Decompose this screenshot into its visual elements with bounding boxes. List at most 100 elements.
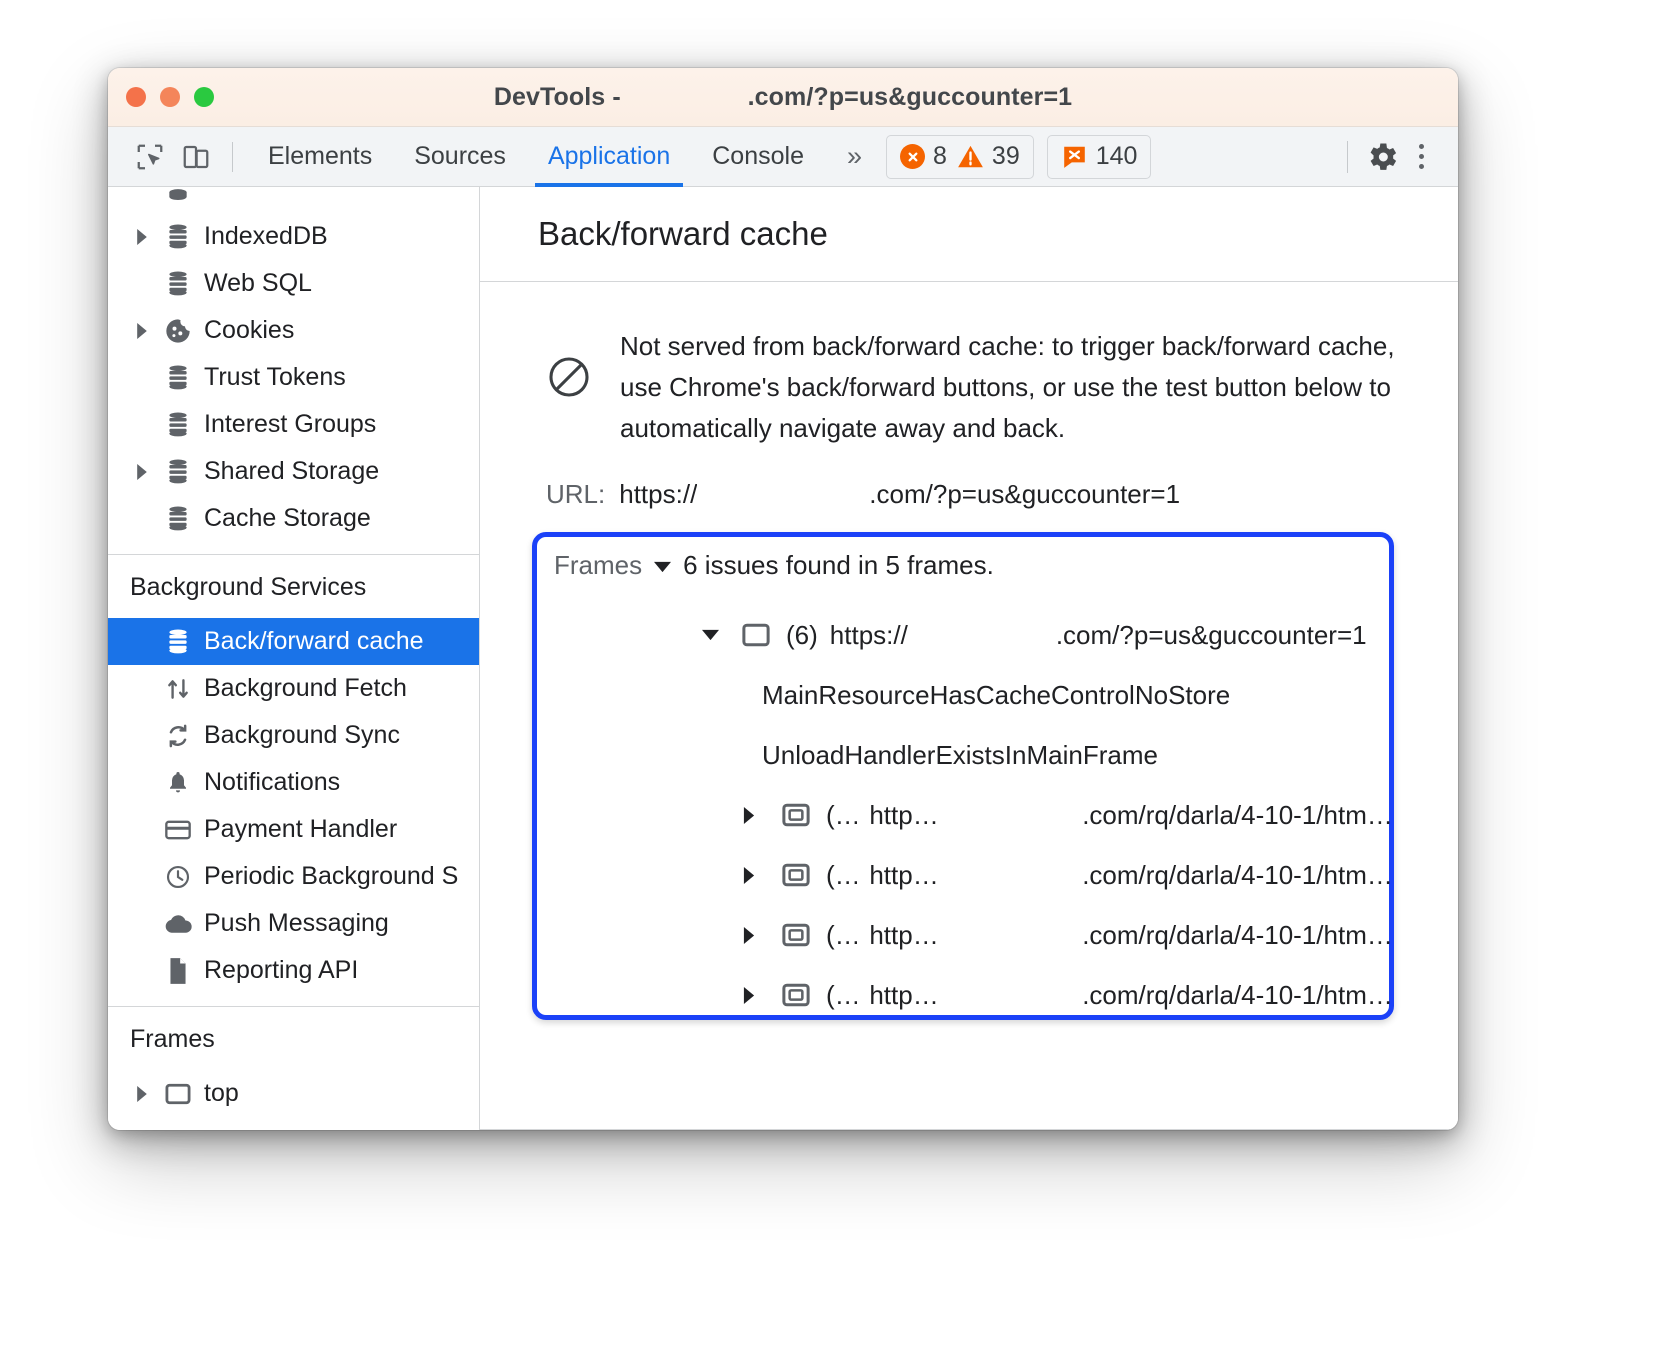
tab-elements[interactable]: Elements: [247, 127, 393, 187]
frame-url-suffix-iframe: .com/rq/darla/4-10-1/html…: [1082, 919, 1394, 950]
sidebar-item-interest-groups-label: Interest Groups: [204, 410, 377, 438]
status-badges: 8 39 140: [886, 134, 1152, 179]
tab-console[interactable]: Console: [691, 127, 825, 187]
gear-icon[interactable]: [1364, 139, 1400, 175]
document-icon: [160, 957, 196, 985]
frame-reason-text: UnloadHandlerExistsInMainFrame: [762, 739, 1158, 770]
frame-count-iframe: (1): [826, 859, 858, 890]
bfcache-status-notice: Not served from back/forward cache: to t…: [480, 282, 1458, 449]
credit-card-icon: [160, 818, 196, 842]
frame-tree-row-iframe[interactable]: (1) https:// .com/rq/darla/4-10-1/html…: [554, 845, 1394, 905]
tab-sources[interactable]: Sources: [393, 127, 527, 187]
sidebar-item-push-messaging[interactable]: Push Messaging: [108, 900, 479, 947]
device-toolbar-icon[interactable]: [176, 137, 216, 177]
toolbar-divider-right: [1347, 140, 1348, 173]
sidebar-item-clipped-top[interactable]: [108, 187, 479, 213]
sidebar-item-cookies-label: Cookies: [204, 316, 295, 344]
chevron-right-icon[interactable]: [134, 463, 160, 480]
sidebar-item-indexeddb-label: IndexedDB: [204, 222, 328, 250]
database-icon: [160, 270, 196, 298]
chevron-down-icon[interactable]: [654, 550, 672, 581]
devtools-window: DevTools - .com/?p=us&guccounter=1 Eleme…: [108, 68, 1458, 1130]
sidebar-item-trust-tokens[interactable]: Trust Tokens: [108, 354, 479, 401]
frame-tree-row-iframe[interactable]: (1) https:// .com/rq/darla/4-10-1/html…: [554, 965, 1394, 1025]
tab-application-label: Application: [547, 142, 671, 170]
sidebar-item-periodic-background-sync-label: Periodic Background S: [204, 862, 459, 890]
inspect-element-icon[interactable]: [130, 137, 170, 177]
sidebar-item-web-sql[interactable]: Web SQL: [108, 260, 479, 307]
iframe-icon: [776, 982, 816, 1008]
tab-application[interactable]: Application: [527, 127, 691, 187]
chevron-right-icon[interactable]: [742, 926, 776, 944]
error-badge[interactable]: 8: [900, 142, 947, 171]
sidebar-item-shared-storage-label: Shared Storage: [204, 457, 380, 485]
devtools-content: IndexedDB Web SQL Cookies Trust Tokens I…: [108, 187, 1458, 1130]
issue-bubble-icon: [1061, 144, 1088, 170]
issues-badge-group[interactable]: 140: [1046, 134, 1152, 179]
issues-count: 140: [1095, 142, 1138, 170]
frame-url-prefix-iframe: https://: [869, 859, 947, 890]
database-icon: [160, 364, 196, 392]
cookie-icon: [160, 317, 196, 345]
frames-tree-region: Frames 6 issues found in 5 frames. (6) h…: [532, 532, 1394, 1025]
sidebar-item-top-frame-label: top: [204, 1079, 239, 1107]
frame-url-suffix-iframe: .com/rq/darla/4-10-1/html…: [1082, 859, 1394, 890]
bell-icon: [160, 769, 196, 797]
frames-tree[interactable]: Frames 6 issues found in 5 frames. (6) h…: [532, 532, 1394, 1025]
sidebar-item-payment-handler[interactable]: Payment Handler: [108, 806, 479, 853]
frame-reason-row: UnloadHandlerExistsInMainFrame: [554, 725, 1394, 785]
database-icon: [160, 411, 196, 439]
more-tabs-chevron-icon[interactable]: »: [825, 141, 880, 172]
issues-badge[interactable]: 140: [1061, 142, 1138, 171]
panel-bottom-divider: [480, 1129, 1458, 1130]
sidebar-item-background-fetch[interactable]: Background Fetch: [108, 665, 479, 712]
page-title: Back/forward cache: [480, 187, 1458, 282]
sidebar-item-top-frame[interactable]: top: [108, 1070, 479, 1117]
frame-url-suffix-iframe: .com/rq/darla/4-10-1/html…: [1082, 979, 1394, 1010]
warning-badge[interactable]: 39: [957, 142, 1020, 171]
chevron-right-icon[interactable]: [134, 228, 160, 245]
frame-tree-row-iframe[interactable]: (1) https:// .com/rq/darla/4-10-1/html…: [554, 785, 1394, 845]
error-warning-badge-group[interactable]: 8 39: [886, 134, 1034, 179]
sidebar-item-interest-groups[interactable]: Interest Groups: [108, 401, 479, 448]
warning-triangle-icon: [957, 144, 984, 169]
bfcache-status-text: Not served from back/forward cache: to t…: [620, 331, 1395, 443]
frame-reason-text: MainResourceHasCacheControlNoStore: [762, 679, 1231, 710]
chevron-right-icon[interactable]: [134, 322, 160, 339]
iframe-icon: [776, 862, 816, 888]
sidebar-item-notifications[interactable]: Notifications: [108, 759, 479, 806]
iframe-icon: [776, 922, 816, 948]
frame-url-prefix-iframe: https://: [869, 919, 947, 950]
frame-reason-row: MainResourceHasCacheControlNoStore: [554, 665, 1394, 725]
frame-url-redacted-iframe: [946, 799, 1083, 831]
application-sidebar[interactable]: IndexedDB Web SQL Cookies Trust Tokens I…: [108, 187, 480, 1130]
chevron-right-icon[interactable]: [742, 986, 776, 1004]
frame-url-prefix-iframe: https://: [869, 799, 947, 830]
frame-count-iframe: (1): [826, 979, 858, 1010]
sidebar-item-indexeddb[interactable]: IndexedDB: [108, 213, 479, 260]
chevron-down-icon[interactable]: [702, 628, 736, 642]
sidebar-item-cookies[interactable]: Cookies: [108, 307, 479, 354]
kebab-menu-icon[interactable]: [1404, 137, 1438, 177]
sidebar-item-cache-storage[interactable]: Cache Storage: [108, 495, 479, 542]
warning-count: 39: [991, 142, 1020, 170]
database-icon: [160, 223, 196, 251]
sidebar-item-shared-storage[interactable]: Shared Storage: [108, 448, 479, 495]
chevron-right-icon[interactable]: [134, 1085, 160, 1102]
frames-summary-row[interactable]: Frames 6 issues found in 5 frames.: [554, 550, 1394, 581]
sidebar-item-back-forward-cache-label: Back/forward cache: [204, 627, 424, 655]
frame-tree-row-iframe[interactable]: (1) https:// .com/rq/darla/4-10-1/html…: [554, 905, 1394, 965]
sidebar-item-reporting-api[interactable]: Reporting API: [108, 947, 479, 994]
frame-url-suffix-main: .com/?p=us&guccounter=1: [1055, 619, 1367, 650]
frame-tree-row-main[interactable]: (6) https:// .com/?p=us&guccounter=1: [554, 605, 1394, 665]
url-redacted-domain: [697, 479, 870, 510]
database-icon: [160, 187, 196, 213]
chevron-right-icon[interactable]: [742, 866, 776, 884]
frame-url-redacted-main: [907, 619, 1056, 651]
sidebar-item-back-forward-cache[interactable]: Back/forward cache: [108, 618, 479, 665]
chevron-right-icon[interactable]: [742, 806, 776, 824]
sidebar-item-background-sync[interactable]: Background Sync: [108, 712, 479, 759]
devtools-toolbar: Elements Sources Application Console » 8…: [108, 127, 1458, 187]
error-circle-icon: [900, 144, 926, 169]
sidebar-item-periodic-background-sync[interactable]: Periodic Background S: [108, 853, 479, 900]
